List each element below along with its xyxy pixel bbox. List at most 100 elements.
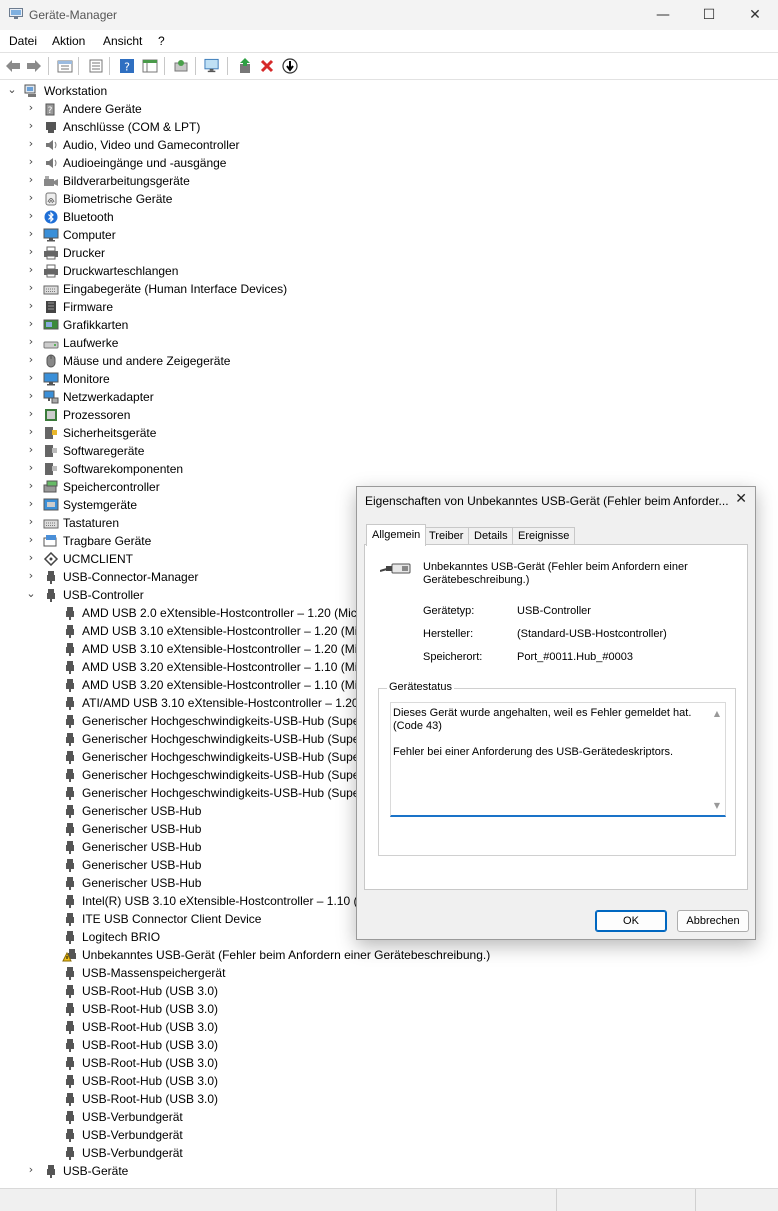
menu-help[interactable]: ?: [158, 34, 165, 48]
expand-chevron-icon[interactable]: ›: [25, 498, 37, 510]
cancel-button[interactable]: Abbrechen: [677, 910, 749, 932]
tree-category[interactable]: › Firmware: [0, 298, 778, 316]
back-arrow-icon[interactable]: [4, 57, 21, 74]
tree-device[interactable]: USB-Massenspeichergerät: [0, 964, 778, 982]
expand-chevron-icon[interactable]: ›: [25, 138, 37, 150]
tab-allgemein[interactable]: Allgemein: [366, 524, 427, 546]
fingerprint-icon: [43, 192, 59, 206]
expand-chevron-icon[interactable]: ›: [25, 300, 37, 312]
minimize-button[interactable]: —: [640, 0, 686, 30]
refresh-hardware-icon[interactable]: [172, 57, 189, 74]
properties-view-icon[interactable]: [56, 57, 73, 74]
expand-chevron-icon[interactable]: ›: [25, 480, 37, 492]
tree-category[interactable]: › Audioeingänge und -ausgänge: [0, 154, 778, 172]
tab-details[interactable]: Details: [468, 527, 514, 545]
tab-ereignisse[interactable]: Ereignisse: [512, 527, 576, 545]
dialog-close-icon[interactable]: ✕: [735, 491, 747, 507]
expand-chevron-icon[interactable]: ›: [25, 192, 37, 204]
expand-chevron-icon[interactable]: ›: [25, 444, 37, 456]
menu-ansicht[interactable]: Ansicht: [103, 34, 142, 48]
tree-device[interactable]: USB-Verbundgerät: [0, 1126, 778, 1144]
collapse-chevron-icon[interactable]: ⌄: [6, 84, 18, 96]
tree-category[interactable]: › Sicherheitsgeräte: [0, 424, 778, 442]
collapse-chevron-icon[interactable]: ⌄: [25, 588, 37, 600]
tree-category[interactable]: › Softwaregeräte: [0, 442, 778, 460]
expand-chevron-icon[interactable]: ›: [25, 120, 37, 132]
usb-plug-icon: [380, 563, 411, 574]
tree-device[interactable]: USB-Root-Hub (USB 3.0): [0, 1000, 778, 1018]
expand-chevron-icon[interactable]: ›: [25, 282, 37, 294]
expand-chevron-icon[interactable]: ›: [25, 372, 37, 384]
expand-chevron-icon[interactable]: ›: [25, 426, 37, 438]
tree-category[interactable]: › USB-Geräte: [0, 1162, 778, 1180]
uninstall-device-icon[interactable]: [258, 57, 275, 74]
expand-chevron-icon[interactable]: ›: [25, 102, 37, 114]
update-driver-icon[interactable]: [236, 57, 253, 74]
expand-chevron-icon[interactable]: ›: [25, 228, 37, 240]
tree-category[interactable]: › Biometrische Geräte: [0, 190, 778, 208]
ok-button[interactable]: OK: [595, 910, 667, 932]
scan-computer-icon[interactable]: [204, 57, 221, 74]
expand-chevron-icon[interactable]: ›: [25, 408, 37, 420]
tree-item-label: ATI/AMD USB 3.10 eXtensible-Hostcontroll…: [82, 696, 366, 710]
tree-category[interactable]: › Drucker: [0, 244, 778, 262]
list-view-icon[interactable]: [87, 57, 104, 74]
tree-item-label: Netzwerkadapter: [63, 390, 154, 404]
expand-chevron-icon[interactable]: ›: [25, 1164, 37, 1176]
tree-category[interactable]: › Laufwerke: [0, 334, 778, 352]
tree-item-label: Andere Geräte: [63, 102, 142, 116]
tree-category[interactable]: › Prozessoren: [0, 406, 778, 424]
tree-device-warning[interactable]: Unbekanntes USB-Gerät (Fehler beim Anfor…: [0, 946, 778, 964]
tree-device[interactable]: USB-Verbundgerät: [0, 1108, 778, 1126]
expand-chevron-icon[interactable]: ›: [25, 318, 37, 330]
disable-device-icon[interactable]: [281, 57, 298, 74]
tree-category[interactable]: › Netzwerkadapter: [0, 388, 778, 406]
expand-chevron-icon[interactable]: ›: [25, 264, 37, 276]
tree-device[interactable]: USB-Root-Hub (USB 3.0): [0, 1090, 778, 1108]
tree-device[interactable]: USB-Verbundgerät: [0, 1144, 778, 1162]
tree-category[interactable]: › Monitore: [0, 370, 778, 388]
expand-chevron-icon[interactable]: ›: [25, 156, 37, 168]
close-window-button[interactable]: ✕: [732, 0, 778, 30]
tab-treiber[interactable]: Treiber: [423, 527, 470, 545]
view-panel-icon[interactable]: [141, 57, 158, 74]
expand-chevron-icon[interactable]: ›: [25, 552, 37, 564]
maximize-button[interactable]: ☐: [686, 0, 732, 30]
tree-category[interactable]: › Anschlüsse (COM & LPT): [0, 118, 778, 136]
tree-device[interactable]: USB-Root-Hub (USB 3.0): [0, 1054, 778, 1072]
network-icon: [43, 390, 59, 404]
expand-chevron-icon[interactable]: ›: [25, 174, 37, 186]
usb-icon: [62, 984, 78, 998]
expand-chevron-icon[interactable]: ›: [25, 462, 37, 474]
tree-category[interactable]: › Softwarekomponenten: [0, 460, 778, 478]
expand-chevron-icon[interactable]: ›: [25, 534, 37, 546]
tree-category[interactable]: › Mäuse und andere Zeigegeräte: [0, 352, 778, 370]
tree-device[interactable]: USB-Root-Hub (USB 3.0): [0, 1072, 778, 1090]
scroll-down-arrow-icon[interactable]: ▼: [712, 801, 722, 811]
menu-aktion[interactable]: Aktion: [52, 34, 85, 48]
tree-device[interactable]: USB-Root-Hub (USB 3.0): [0, 982, 778, 1000]
tree-category[interactable]: › Bluetooth: [0, 208, 778, 226]
tree-category[interactable]: › Computer: [0, 226, 778, 244]
expand-chevron-icon[interactable]: ›: [25, 210, 37, 222]
tree-category[interactable]: › Druckwarteschlangen: [0, 262, 778, 280]
expand-chevron-icon[interactable]: ›: [25, 570, 37, 582]
tree-category[interactable]: › Audio, Video und Gamecontroller: [0, 136, 778, 154]
expand-chevron-icon[interactable]: ›: [25, 336, 37, 348]
scroll-up-arrow-icon[interactable]: ▲: [712, 709, 722, 719]
tree-root[interactable]: ⌄ Workstation: [0, 82, 778, 100]
tree-category[interactable]: › Eingabegeräte (Human Interface Devices): [0, 280, 778, 298]
expand-chevron-icon[interactable]: ›: [25, 390, 37, 402]
tree-device[interactable]: USB-Root-Hub (USB 3.0): [0, 1036, 778, 1054]
expand-chevron-icon[interactable]: ›: [25, 246, 37, 258]
tree-category[interactable]: › Grafikkarten: [0, 316, 778, 334]
tree-category[interactable]: › Bildverarbeitungsgeräte: [0, 172, 778, 190]
forward-arrow-icon[interactable]: [25, 57, 42, 74]
tree-device[interactable]: USB-Root-Hub (USB 3.0): [0, 1018, 778, 1036]
expand-chevron-icon[interactable]: ›: [25, 516, 37, 528]
tree-category[interactable]: ›? Andere Geräte: [0, 100, 778, 118]
help-icon[interactable]: ?: [118, 57, 135, 74]
device-status-textbox[interactable]: Dieses Gerät wurde angehalten, weil es F…: [390, 702, 726, 817]
menu-datei[interactable]: Datei: [9, 34, 37, 48]
expand-chevron-icon[interactable]: ›: [25, 354, 37, 366]
